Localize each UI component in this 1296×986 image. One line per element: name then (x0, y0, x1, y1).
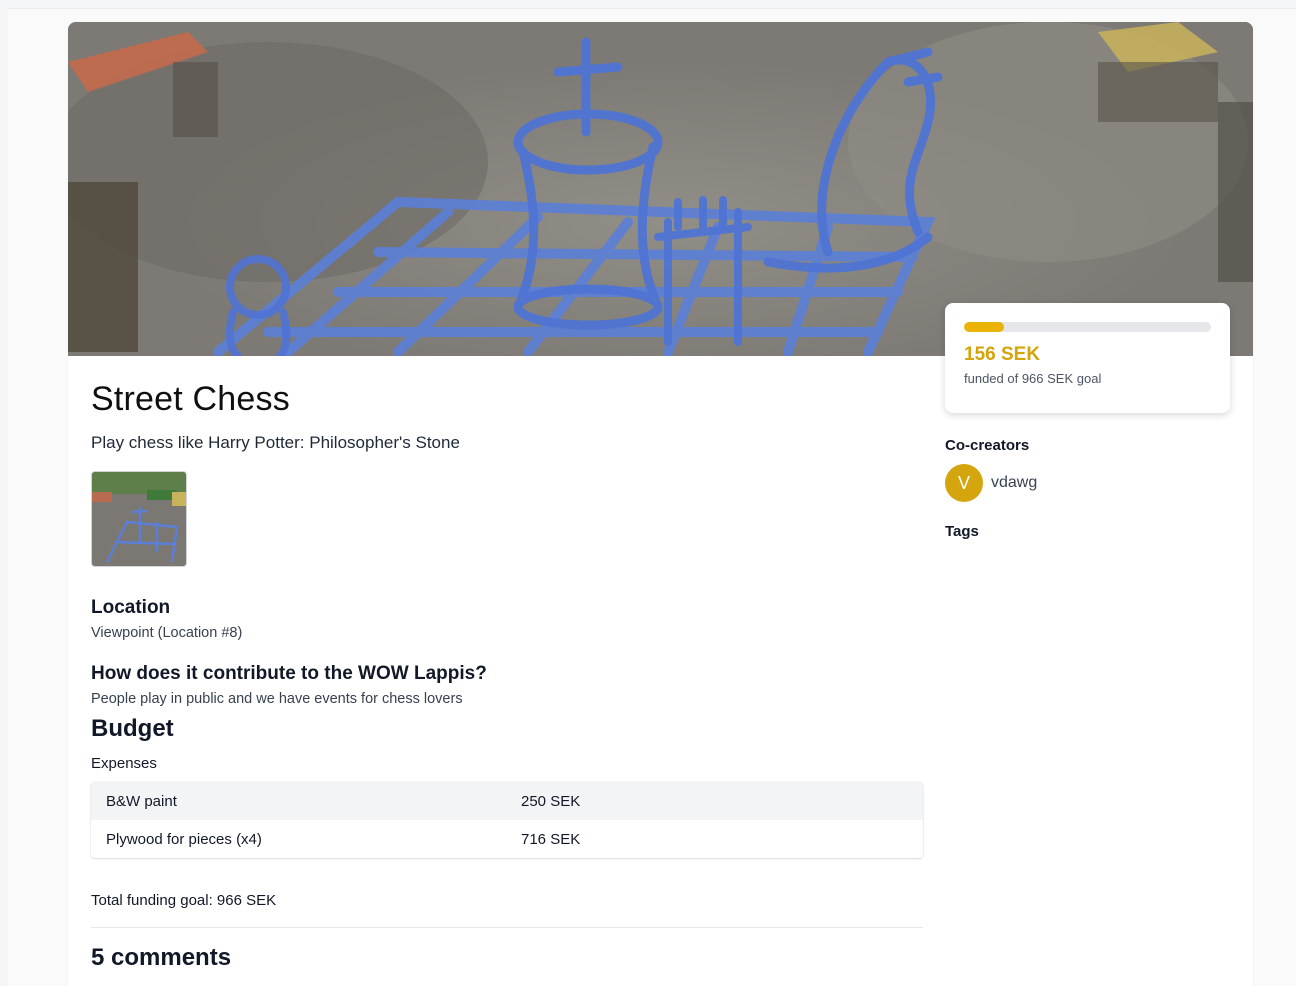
divider (91, 927, 923, 928)
contribution-heading: How does it contribute to the WOW Lappis… (91, 663, 487, 684)
expense-amount: 716 SEK (521, 830, 581, 848)
funding-card: 156 SEK funded of 966 SEK goal (945, 303, 1230, 413)
tags-heading: Tags (945, 523, 979, 540)
table-row: Plywood for pieces (x4) 716 SEK (91, 820, 923, 858)
funding-progress-fill (964, 322, 1004, 332)
avatar[interactable]: V (945, 464, 983, 502)
project-main: Street Chess Play chess like Harry Potte… (91, 380, 923, 972)
page-title: Street Chess (91, 380, 290, 418)
funding-progress-bar (964, 322, 1211, 332)
total-funding-goal: Total funding goal: 966 SEK (91, 892, 277, 909)
cocreator-name[interactable]: vdawg (991, 474, 1037, 492)
expenses-heading: Expenses (91, 755, 157, 772)
thumbnail-image (92, 472, 186, 566)
funding-goal-text: funded of 966 SEK goal (964, 371, 1102, 386)
cocreator-item[interactable]: V vdawg (945, 464, 1230, 502)
funded-amount: 156 SEK (964, 344, 1041, 365)
expenses-table: B&W paint 250 SEK Plywood for pieces (x4… (91, 782, 923, 858)
budget-heading: Budget (91, 715, 174, 742)
project-card: Street Chess Play chess like Harry Potte… (68, 22, 1253, 986)
expense-amount: 250 SEK (521, 792, 581, 810)
expense-name: Plywood for pieces (x4) (106, 830, 262, 848)
location-value: Viewpoint (Location #8) (91, 625, 243, 641)
expense-name: B&W paint (106, 792, 177, 810)
table-row: B&W paint 250 SEK (91, 782, 923, 820)
location-heading: Location (91, 597, 171, 618)
comments-heading: 5 comments (91, 944, 232, 971)
gallery-thumbnail[interactable] (91, 471, 187, 567)
cocreators-heading: Co-creators (945, 437, 1030, 454)
project-sidebar: 156 SEK funded of 966 SEK goal Co-creato… (945, 303, 1230, 540)
project-subtitle: Play chess like Harry Potter: Philosophe… (91, 433, 460, 452)
contribution-value: People play in public and we have events… (91, 691, 463, 707)
